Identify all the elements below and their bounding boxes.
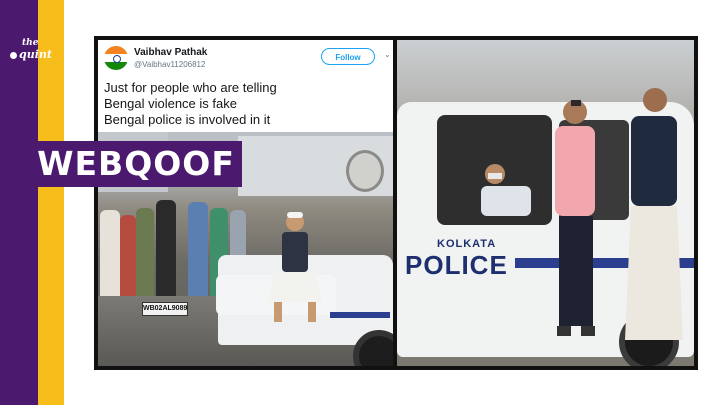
tweet-line: Just for people who are telling	[104, 80, 277, 95]
chevron-down-icon[interactable]: ⌄	[384, 50, 391, 59]
webqoof-label: WEBQOOF	[37, 144, 235, 183]
tweet-line: Bengal violence is fake	[104, 96, 237, 111]
flag-chakra-icon	[113, 55, 121, 63]
tweet-text: Just for people who are telling Bengal v…	[104, 80, 277, 128]
crowd-person	[136, 208, 154, 308]
vehicle-text-police: POLICE	[405, 250, 508, 280]
photo-right: KOLKATA POLICE	[397, 40, 694, 366]
vehicle-text-kolkata: KOLKATA	[437, 238, 497, 250]
crowd-person	[120, 215, 136, 305]
man-pink-shirt-figure	[555, 100, 595, 336]
tweet-line: Bengal police is involved in it	[104, 112, 271, 127]
driver-figure	[481, 164, 531, 216]
logo-text-quint: quint	[19, 48, 52, 61]
man-dark-shirt-figure	[625, 88, 683, 340]
megaphone	[346, 150, 384, 192]
logo-dot-icon	[10, 51, 17, 59]
webqoof-banner: WEBQOOF	[30, 141, 242, 187]
follow-button[interactable]: Follow	[321, 48, 375, 65]
quint-logo: the quint	[10, 38, 52, 60]
crowd-person	[100, 210, 120, 305]
license-plate: WB02AL9089	[142, 302, 188, 316]
user-avatar[interactable]	[104, 46, 128, 70]
tweet-card: Vaibhav Pathak @Vaibhav11206812 Follow ⌄…	[98, 40, 393, 132]
tweet-author-handle[interactable]: @Vaibhav11206812	[134, 60, 205, 69]
tweet-author-name[interactable]: Vaibhav Pathak	[134, 47, 207, 58]
police-jeep-stripe	[330, 312, 390, 318]
sitting-man-figure	[268, 212, 322, 322]
